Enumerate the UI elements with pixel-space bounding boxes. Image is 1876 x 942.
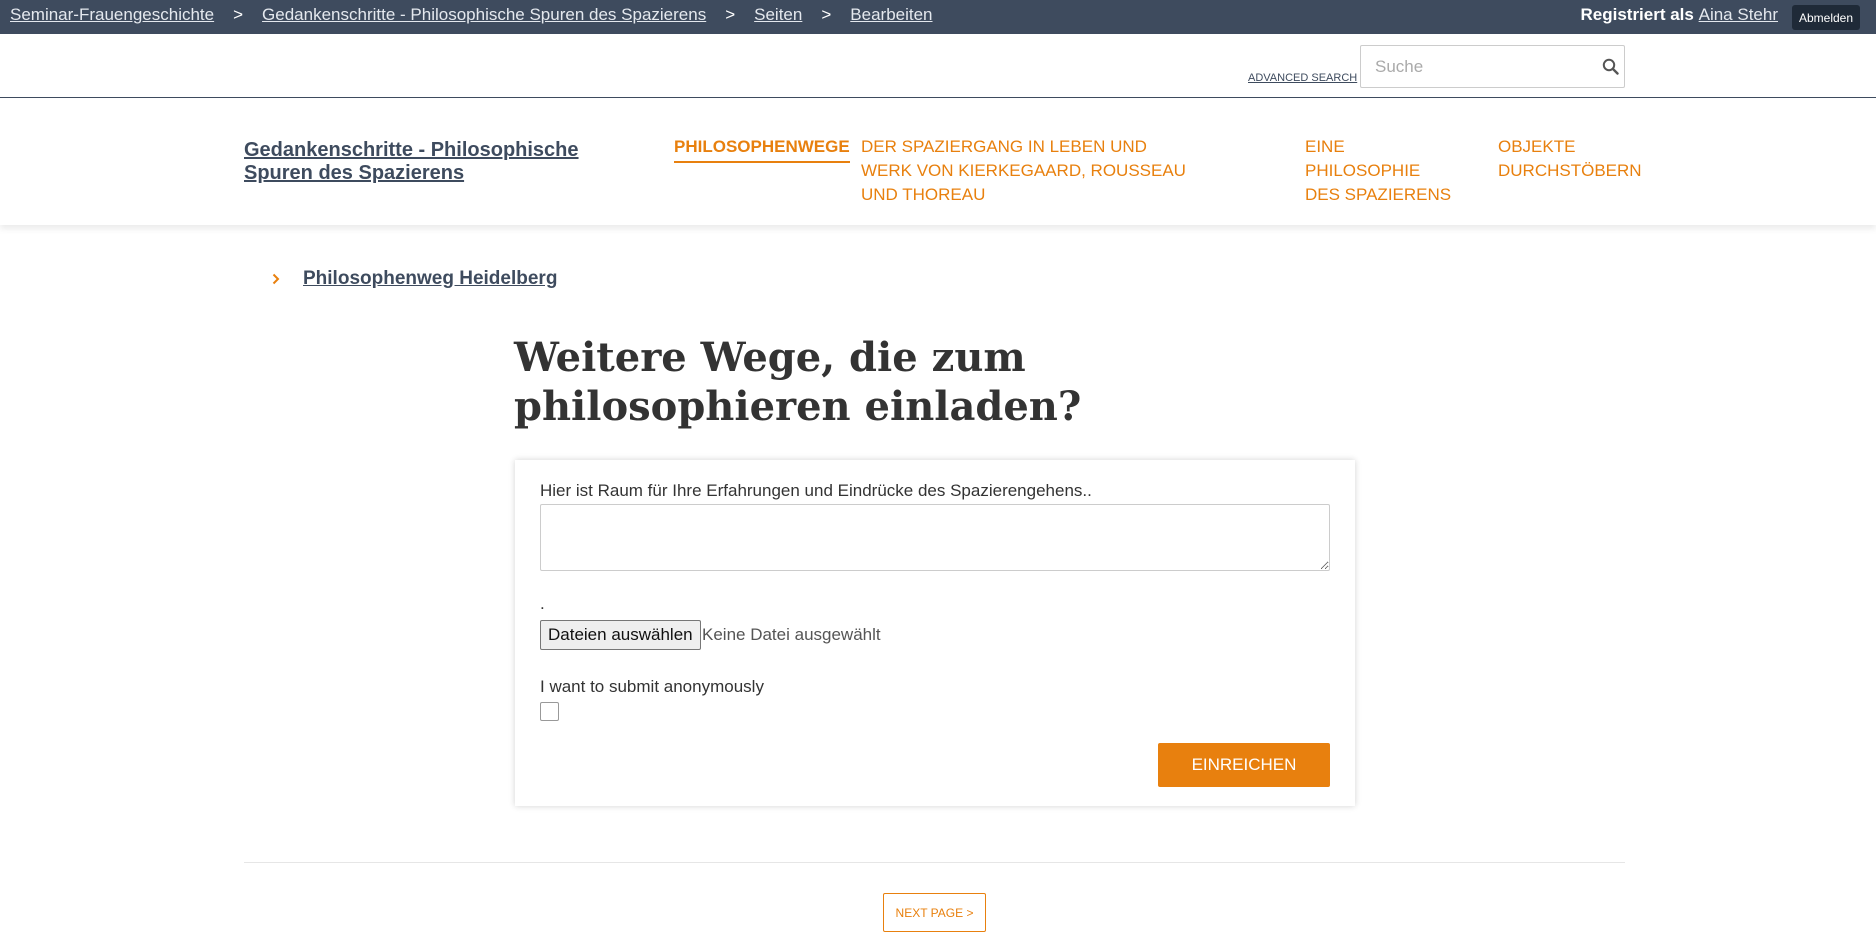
breadcrumb: Seminar-Frauengeschichte > Gedankenschri… — [10, 5, 933, 25]
nav-spaziergang-leben-werk[interactable]: DER SPAZIERGANG IN LEBEN UND WERK VON KI… — [861, 135, 1201, 207]
breadcrumb-separator: > — [821, 5, 832, 24]
breadcrumb-item-pages[interactable]: Seiten — [754, 5, 802, 25]
advanced-search-link[interactable]: ADVANCED SEARCH — [1248, 72, 1357, 84]
search-row: ADVANCED SEARCH — [0, 34, 1876, 98]
page-title: Weitere Wege, die zum philosophieren ein… — [514, 334, 1082, 430]
subnav-link-philosophenweg-heidelberg[interactable]: Philosophenweg Heidelberg — [303, 268, 557, 290]
nav-philosophie-spazierens[interactable]: EINE PHILOSOPHIE DES SPAZIERENS — [1305, 135, 1455, 207]
next-page-button[interactable]: NEXT PAGE > — [883, 893, 986, 932]
subnav: Philosophenweg Heidelberg — [272, 268, 557, 290]
breadcrumb-item-edit[interactable]: Bearbeiten — [850, 5, 932, 25]
registered-as-label: Registriert als — [1580, 5, 1694, 24]
anonymous-checkbox[interactable] — [540, 702, 559, 721]
submission-form: Hier ist Raum für Ihre Erfahrungen und E… — [515, 460, 1355, 806]
file-status: Keine Datei ausgewählt — [702, 625, 881, 644]
breadcrumb-item-seminar[interactable]: Seminar-Frauengeschichte — [10, 5, 214, 25]
textarea-label: Hier ist Raum für Ihre Erfahrungen und E… — [540, 481, 1092, 500]
admin-bar: Seminar-Frauengeschichte > Gedankenschri… — [0, 0, 1876, 34]
logout-button[interactable]: Abmelden — [1792, 5, 1860, 30]
site-title-link[interactable]: Gedankenschritte - Philosophische Spuren… — [244, 139, 644, 185]
breadcrumb-separator: > — [725, 5, 736, 24]
choose-files-button[interactable]: Dateien auswählen — [540, 620, 701, 650]
divider — [244, 862, 1625, 863]
search-box — [1360, 45, 1625, 88]
search-icon[interactable] — [1596, 58, 1624, 75]
user-name-link[interactable]: Aina Stehr — [1699, 5, 1778, 24]
nav-philosophenwege[interactable]: PHILOSOPHENWEGE — [674, 135, 850, 163]
search-input[interactable] — [1361, 46, 1596, 87]
breadcrumb-separator: > — [233, 5, 244, 24]
experience-textarea[interactable] — [540, 504, 1330, 571]
user-info: Registriert als Aina Stehr — [1580, 5, 1778, 25]
submit-button[interactable]: EINREICHEN — [1158, 743, 1330, 787]
nav-objekte-durchstoebern[interactable]: OBJEKTE DURCHSTÖBERN — [1498, 135, 1642, 183]
anonymous-label: I want to submit anonymously — [540, 677, 764, 696]
file-label: . — [540, 594, 545, 613]
site-header: Gedankenschritte - Philosophische Spuren… — [0, 99, 1876, 225]
chevron-right-icon — [272, 272, 280, 290]
breadcrumb-item-site[interactable]: Gedankenschritte - Philosophische Spuren… — [262, 5, 706, 25]
